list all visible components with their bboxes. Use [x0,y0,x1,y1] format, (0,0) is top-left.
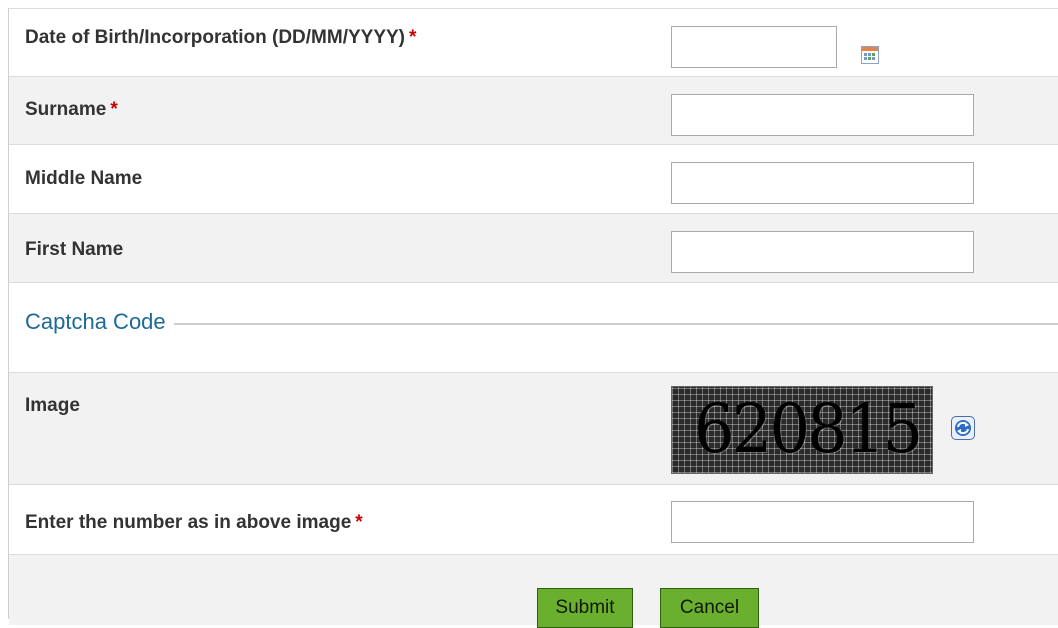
dob-input[interactable] [671,26,837,68]
first-name-input[interactable] [671,231,974,273]
middle-name-label: Middle Name [25,168,143,189]
required-marker: * [110,99,118,120]
dob-row: Date of Birth/Incorporation (DD/MM/YYYY)… [9,9,1058,77]
submit-button[interactable]: Submit [537,588,633,628]
dob-label-text: Date of Birth/Incorporation (DD/MM/YYYY) [25,27,405,48]
middle-name-row: Middle Name [9,145,1058,214]
captcha-code: 620815 [694,391,923,469]
captcha-image: 620815 [671,386,933,474]
calendar-icon[interactable] [861,46,879,64]
surname-label-text: Surname [25,99,107,120]
captcha-answer-row: Enter the number as in above image * [9,485,1058,555]
cancel-button[interactable]: Cancel [660,588,759,628]
captcha-answer-label-text: Enter the number as in above image [25,512,352,533]
surname-row: Surname * [9,77,1058,145]
surname-label: Surname * [25,99,118,121]
button-row [9,555,1058,625]
refresh-icon[interactable] [951,416,975,440]
search-form: Date of Birth/Incorporation (DD/MM/YYYY)… [8,8,1058,625]
captcha-image-row: Image 620815 [9,373,1058,485]
required-marker: * [355,512,363,533]
legend-divider [25,323,1058,325]
captcha-legend-row: Captcha Code [9,283,1058,373]
dob-label: Date of Birth/Incorporation (DD/MM/YYYY)… [25,27,416,49]
captcha-legend: Captcha Code [25,309,174,335]
surname-input[interactable] [671,94,974,136]
captcha-answer-input[interactable] [671,501,974,543]
first-name-row: First Name [9,214,1058,283]
captcha-image-label: Image [25,395,80,416]
captcha-answer-label: Enter the number as in above image * [25,512,363,534]
first-name-label: First Name [25,239,124,260]
required-marker: * [409,27,417,48]
middle-name-input[interactable] [671,162,974,204]
